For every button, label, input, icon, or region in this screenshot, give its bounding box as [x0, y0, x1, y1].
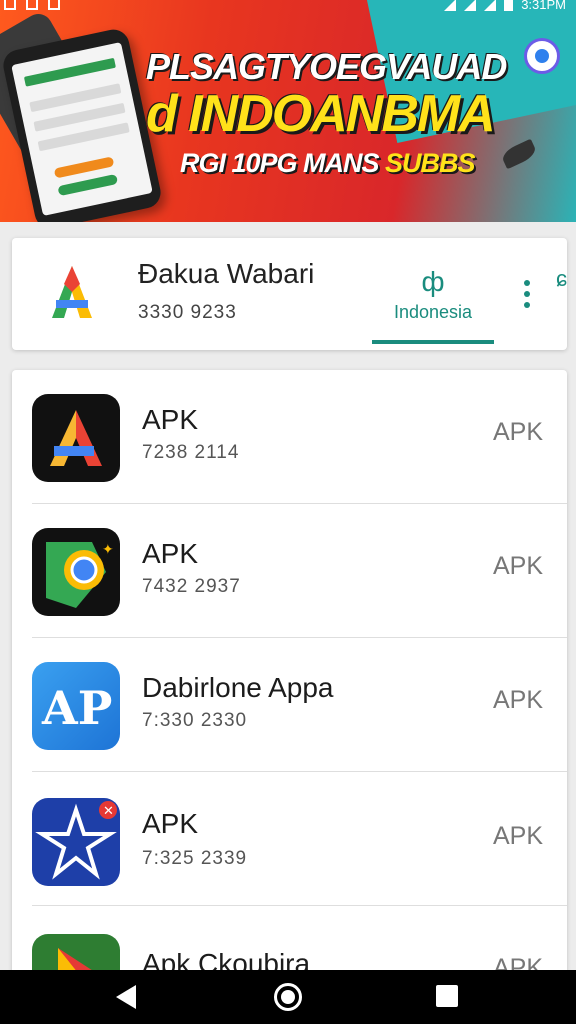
banner-headline: PLSAGTYOEGVAUAD [146, 46, 507, 87]
svg-text:✦: ✦ [102, 542, 114, 558]
bird-icon [499, 138, 539, 170]
list-item[interactable]: ✕ APK 7:325 2339 APK [12, 772, 567, 906]
list-item[interactable]: ✦ APK 7432 2937 APK [12, 504, 567, 638]
clock: 3:31PM [521, 0, 566, 12]
app-meta: 7432 2937 [142, 576, 241, 597]
apk-tag[interactable]: APK [493, 552, 543, 581]
app-logo-icon [52, 266, 92, 318]
app-title: Dabirlone Appa [142, 672, 334, 703]
partial-tab-icon[interactable]: ɕ [556, 266, 567, 292]
app-title: APK [142, 404, 199, 435]
list-item[interactable]: AP Dabirlone Appa 7:330 2330 APK [12, 638, 567, 772]
brand-logo-icon [524, 38, 560, 74]
wifi-icon [444, 0, 457, 11]
ap-icon: AP [32, 662, 120, 750]
svg-text:✕: ✕ [103, 804, 114, 819]
banner-subtitle-part1: RGI 10PG MANS [180, 148, 386, 178]
apk-tag[interactable]: APK [493, 418, 543, 447]
orange-a-icon [32, 394, 120, 482]
download-icon [48, 0, 60, 10]
apk-tag[interactable]: APK [493, 822, 543, 851]
cactus-icon: ф [421, 266, 445, 297]
app-meta: 7:330 2330 [142, 710, 248, 731]
featured-app-card[interactable]: Đakua Wabari 3330 9233 ф Indonesia ɕ [12, 238, 567, 350]
app-list: APK 7238 2114 APK ✦ APK 7432 2937 APK AP… [12, 370, 567, 990]
tab-indonesia[interactable]: ф Indonesia [372, 262, 494, 344]
gallery-icon [26, 0, 38, 10]
tab-label: Indonesia [393, 302, 473, 322]
app-title: APK [142, 808, 199, 839]
app-number: 3330 9233 [138, 302, 237, 323]
list-item[interactable]: APK 7238 2114 APK [12, 370, 567, 504]
app-title: APK [142, 538, 199, 569]
app-meta: 7:325 2339 [142, 848, 248, 869]
banner-subtitle-part2: SUBBS [385, 148, 476, 178]
banner-subtitle: RGI 10PG MANS SUBBS [180, 148, 476, 179]
recents-icon[interactable] [436, 985, 458, 1007]
app-name: Đakua Wabari [138, 258, 315, 289]
star-brush-icon: ✕ [32, 798, 120, 886]
more-menu-icon[interactable] [524, 280, 530, 313]
status-bar: 3:31PM [0, 0, 576, 16]
signal-icon [464, 0, 477, 11]
home-icon[interactable] [274, 983, 302, 1011]
browser-icon: ✦ [32, 528, 120, 616]
apk-tag[interactable]: APK [493, 686, 543, 715]
notification-icon [4, 0, 16, 10]
promo-banner[interactable]: PLSAGTYOEGVAUAD d INDOANBMA RGI 10PG MAN… [0, 0, 576, 222]
svg-text:AP: AP [41, 681, 112, 735]
battery-icon [504, 0, 514, 11]
banner-main-text: d INDOANBMA [146, 85, 496, 143]
banner-phone [0, 26, 164, 222]
signal2-icon [484, 0, 497, 11]
app-meta: 7238 2114 [142, 442, 240, 463]
tab-underline [372, 340, 494, 344]
back-icon[interactable] [116, 985, 136, 1009]
navigation-bar [0, 970, 576, 1024]
